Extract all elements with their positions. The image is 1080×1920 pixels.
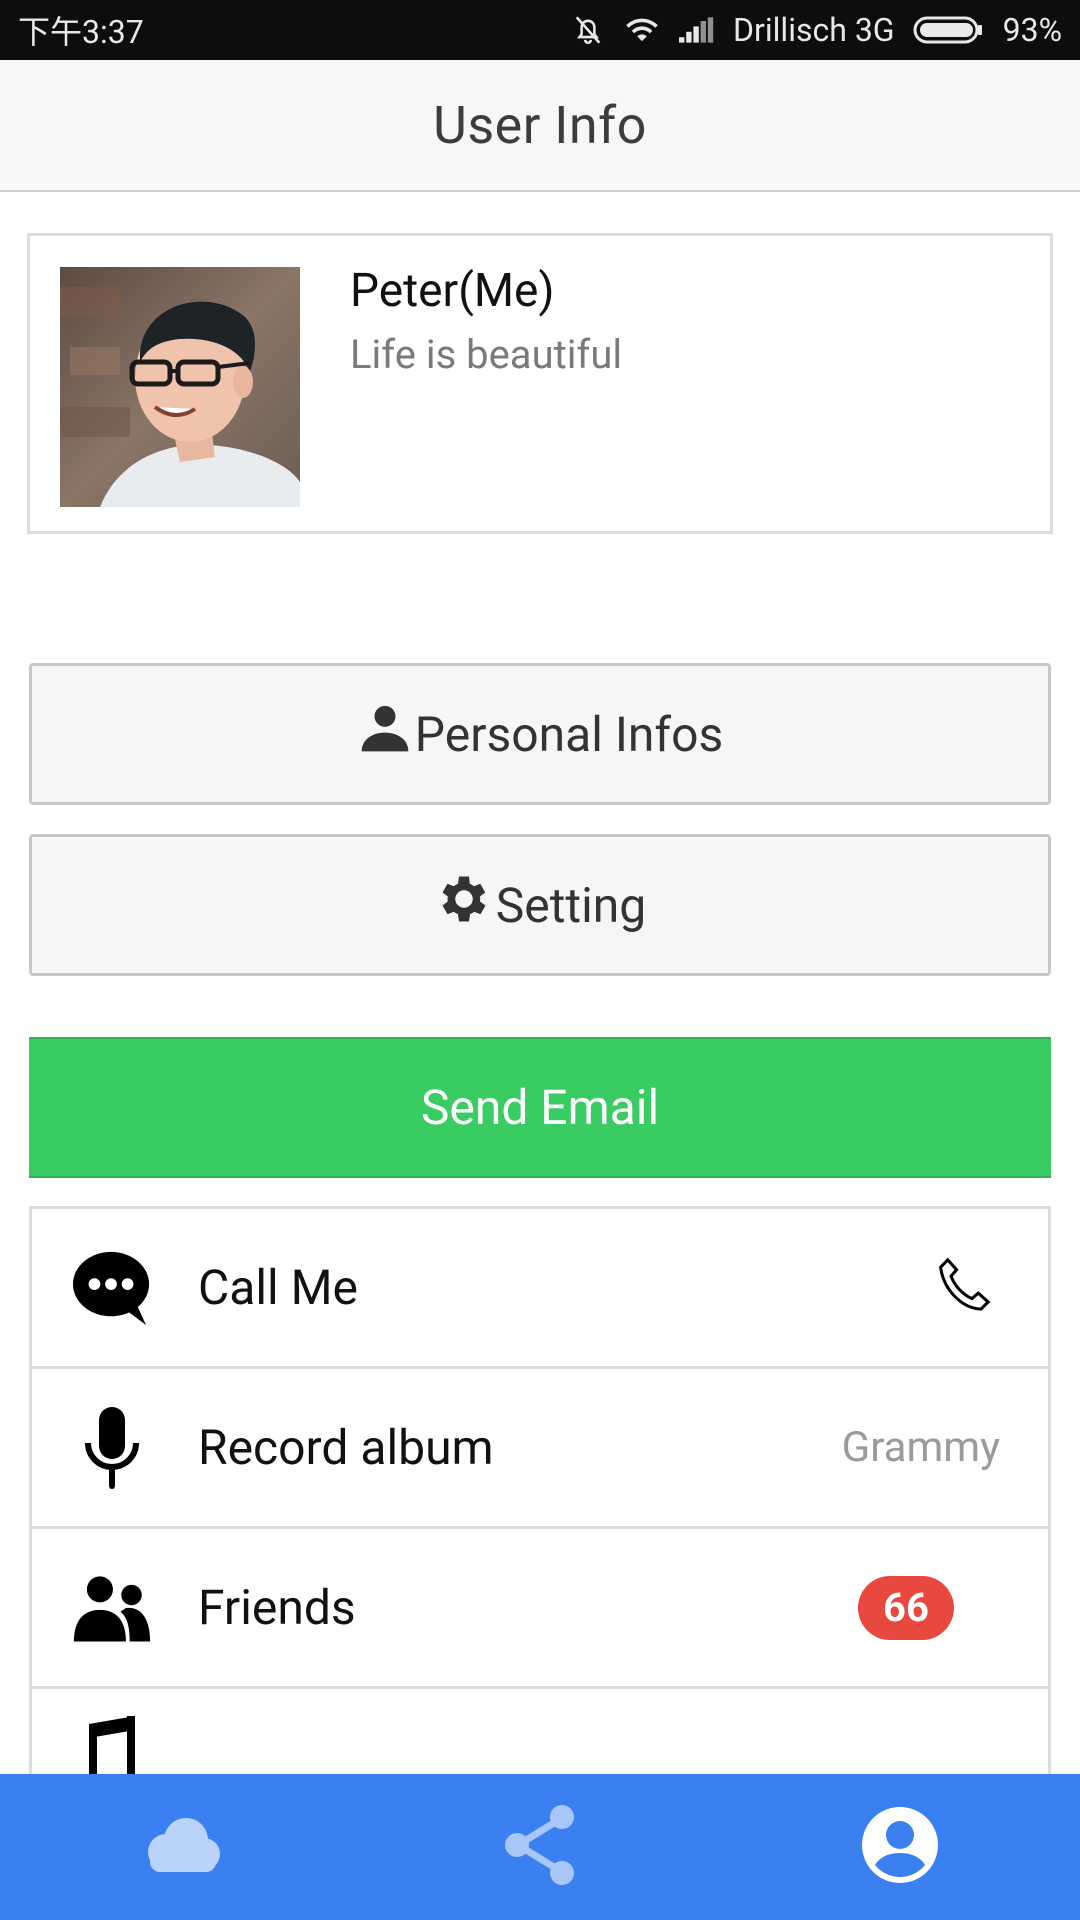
- user-icon[interactable]: [860, 1805, 940, 1889]
- navigation-bar: User Info: [0, 60, 1080, 192]
- profile-name: Peter(Me): [350, 264, 555, 318]
- status-icons: Drillisch 3G 93%: [571, 11, 1062, 49]
- phone-icon[interactable]: [934, 1253, 1000, 1323]
- battery-percent: 93%: [1002, 11, 1062, 49]
- tab-share[interactable]: [360, 1774, 720, 1920]
- send-email-button[interactable]: Send Email: [29, 1037, 1051, 1178]
- chat-bubble-icon: [72, 1248, 152, 1328]
- list-item-music[interactable]: Music: [32, 1689, 1048, 1780]
- profile-motto: Life is beautiful: [350, 331, 623, 378]
- list-item-label: Record album: [198, 1419, 494, 1476]
- music-note-icon: [72, 1714, 152, 1780]
- setting-button[interactable]: Setting: [29, 834, 1051, 976]
- tab-cloud[interactable]: [0, 1774, 360, 1920]
- list-item-label: Friends: [198, 1579, 356, 1636]
- list-item-detail: Grammy: [841, 1423, 1000, 1472]
- list-item-friends[interactable]: Friends 66: [32, 1529, 1048, 1689]
- gear-icon: [434, 869, 496, 941]
- microphone-icon: [72, 1406, 152, 1489]
- personal-infos-label: Personal Infos: [414, 705, 724, 763]
- mute-bell-icon: [571, 13, 605, 47]
- setting-label: Setting: [495, 876, 647, 934]
- personal-infos-button[interactable]: Personal Infos: [29, 663, 1051, 805]
- status-time: 下午3:37: [18, 13, 144, 51]
- avatar[interactable]: [60, 267, 300, 507]
- tab-user[interactable]: [720, 1774, 1080, 1920]
- cloud-icon[interactable]: [136, 1816, 224, 1878]
- share-icon[interactable]: [502, 1804, 578, 1890]
- signal-icon: [679, 17, 715, 43]
- page-title: User Info: [433, 94, 647, 156]
- person-icon: [357, 700, 415, 768]
- list-item-call-me[interactable]: Call Me: [32, 1209, 1048, 1369]
- friends-count-badge: 66: [858, 1575, 954, 1640]
- tab-bar: [0, 1774, 1080, 1920]
- list-item-label: Call Me: [198, 1259, 358, 1316]
- status-bar: 下午3:37 Drillisch 3G 93%: [0, 0, 1080, 60]
- wifi-icon: [623, 15, 661, 45]
- info-list: Call Me Record album Grammy Friends 66: [29, 1206, 1051, 1780]
- profile-card[interactable]: Peter(Me) Life is beautiful: [27, 233, 1053, 534]
- list-item-record-album[interactable]: Record album Grammy: [32, 1369, 1048, 1529]
- carrier-label: Drillisch 3G: [733, 11, 895, 49]
- battery-icon: [913, 14, 985, 46]
- friends-icon: [72, 1568, 152, 1648]
